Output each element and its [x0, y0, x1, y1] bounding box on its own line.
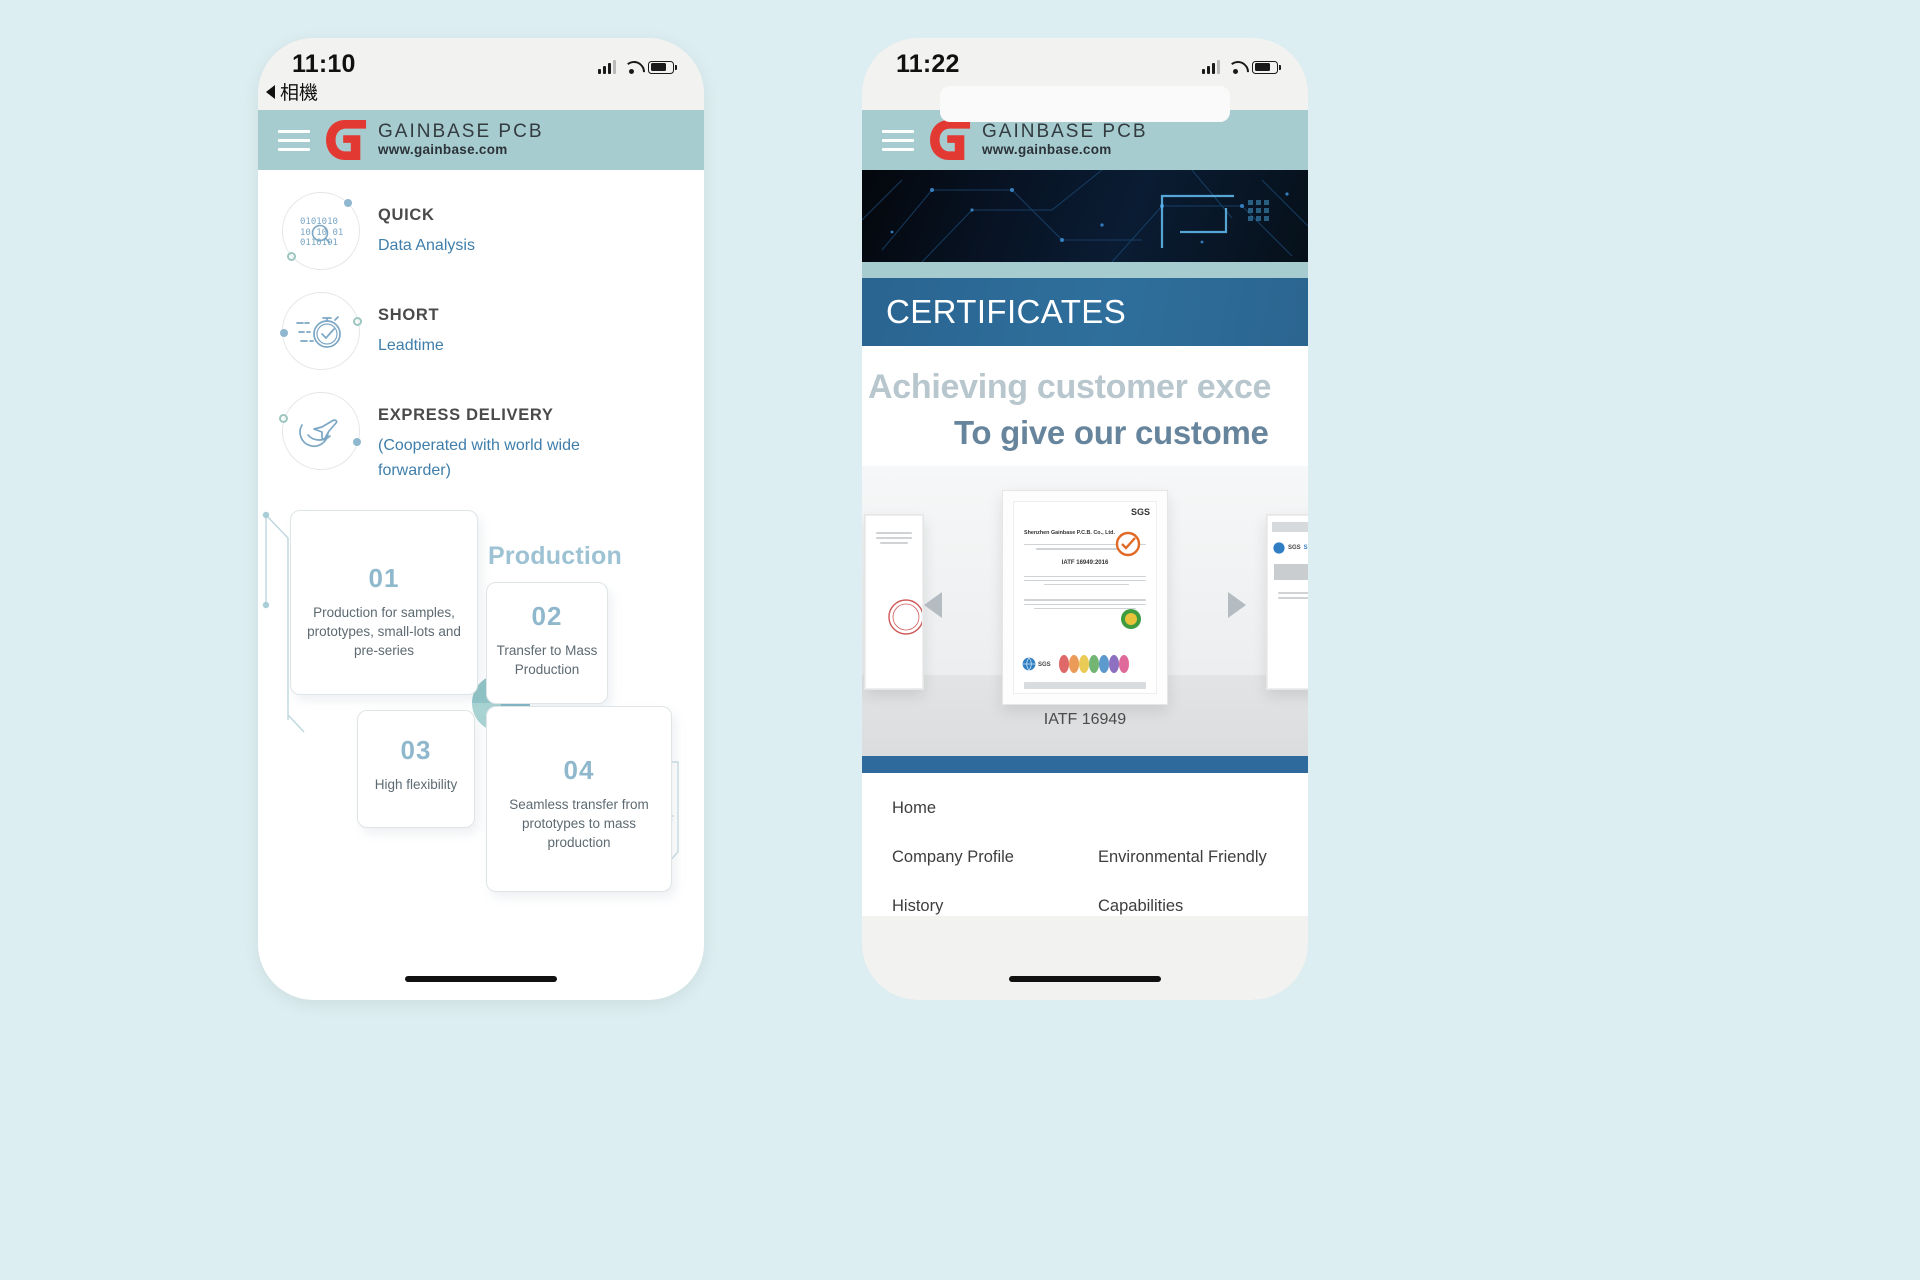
airplane-delivery-icon [279, 392, 361, 470]
back-triangle-icon [266, 84, 275, 99]
arrow-left-icon[interactable] [924, 592, 942, 618]
production-card-02[interactable]: 02 Transfer to Mass Production [486, 581, 608, 704]
gainbase-g-logo-icon [326, 120, 367, 160]
home-indicator[interactable] [405, 976, 557, 982]
production-card-01[interactable]: 01 Production for samples, prototypes, s… [290, 509, 478, 695]
hamburger-menu-icon[interactable] [278, 129, 310, 151]
status-time: 11:10 [292, 50, 356, 78]
feature-title: EXPRESS DELIVERY [378, 406, 554, 424]
brand-name: GAINBASE PCB [378, 121, 544, 143]
wifi-icon [623, 60, 641, 74]
footer-nav-row: History Capabilities [892, 897, 1278, 916]
card-description: Production for samples, prototypes, smal… [307, 604, 461, 658]
left-phone-frame: 11:10 相機 GAINBASE PCB www.gainbase.com 0… [258, 38, 704, 1000]
binary-glyph: 0101010 10 10 01 0110101 [300, 217, 343, 248]
slogan-line-1: Achieving customer exce [868, 368, 1272, 406]
feature-short-leadtime: SHORT Leadtime [258, 292, 704, 370]
card-number: 02 [531, 600, 563, 631]
card-number: 03 [400, 734, 432, 765]
page-title: CERTIFICATES [886, 293, 1127, 330]
signal-bars-icon [598, 60, 616, 74]
hero-circuit-graphic [862, 170, 1308, 262]
production-card-03[interactable]: 03 High flexibility [357, 709, 475, 828]
production-heading: Production [488, 541, 622, 570]
eco-logo-icon [1121, 609, 1141, 629]
feature-title: SHORT [378, 306, 440, 324]
arrow-right-icon[interactable] [1228, 592, 1246, 618]
footer-link-company-profile[interactable]: Company Profile [892, 848, 1098, 867]
hamburger-menu-icon[interactable] [882, 129, 914, 151]
teal-spacer [862, 262, 1308, 278]
browser-url-bar[interactable] [940, 86, 1230, 122]
feature-quick: 0101010 10 10 01 0110101 QUICK Data Anal… [258, 192, 704, 270]
svg-text:10 10 01: 10 10 01 [300, 228, 343, 238]
card-number: 01 [368, 562, 400, 593]
card-description: Seamless transfer from prototypes to mas… [509, 796, 649, 850]
signal-bars-icon [1202, 60, 1220, 74]
brand-name: GAINBASE PCB [982, 121, 1148, 143]
certificate-main[interactable]: SGS Shenzhen Gainbase P.C.B. Co., Ltd. I… [1002, 490, 1168, 705]
footer-nav-row: Home [892, 799, 1278, 818]
feature-subtitle: (Cooperated with world wide forwarder) [378, 437, 580, 479]
right-phone-frame: 11:22 GAINBASE PCB www.gainbase.com CERT… [862, 38, 1308, 1000]
footer-link-capabilities[interactable]: Capabilities [1098, 897, 1183, 916]
left-page-content: 0101010 10 10 01 0110101 QUICK Data Anal… [258, 170, 704, 1000]
slogan-line-2: To give our custome [954, 414, 1269, 451]
gainbase-g-logo-icon [930, 120, 971, 160]
certificate-paper: SGS Shenzhen Gainbase P.C.B. Co., Ltd. I… [1013, 501, 1157, 694]
left-site-header: GAINBASE PCB www.gainbase.com [258, 110, 704, 170]
feature-express-delivery: EXPRESS DELIVERY (Cooperated with world … [258, 392, 704, 484]
status-indicators [1202, 60, 1281, 74]
binary-data-analysis-icon: 0101010 10 10 01 0110101 [282, 192, 360, 270]
battery-icon [1252, 60, 1281, 74]
footer-link-history[interactable]: History [892, 897, 1098, 916]
certificate-paper: SGS S [1267, 515, 1308, 689]
footer-link-environmental-friendly[interactable]: Environmental Friendly [1098, 848, 1267, 867]
certificate-gallery: SGS Shenzhen Gainbase P.C.B. Co., Ltd. I… [862, 466, 1308, 756]
feature-subtitle: Data Analysis [378, 237, 475, 254]
footer-divider-bar [862, 756, 1308, 773]
brand-logo-block[interactable]: GAINBASE PCB www.gainbase.com [326, 120, 544, 160]
globe-icon [1273, 542, 1285, 554]
status-indicators [598, 60, 677, 74]
certificate-thumb-next[interactable]: SGS S [1266, 514, 1308, 690]
card-number: 04 [563, 754, 595, 785]
stopwatch-glyph [296, 316, 341, 348]
footer-link-home[interactable]: Home [892, 799, 1098, 818]
airplane-glyph [299, 419, 338, 448]
certificates-banner: CERTIFICATES [862, 278, 1308, 346]
brand-logo-block[interactable]: GAINBASE PCB www.gainbase.com [930, 120, 1148, 160]
card-description: Transfer to Mass Production [496, 642, 598, 677]
footer-navigation: Home Company Profile Environmental Frien… [862, 773, 1308, 916]
certificate-caption: IATF 16949 [1043, 711, 1127, 728]
status-time: 11:22 [896, 50, 960, 78]
hero-circuit-image [862, 170, 1308, 262]
battery-icon [648, 60, 677, 74]
certificate-thumb-prev[interactable] [864, 514, 924, 690]
production-card-04[interactable]: 04 Seamless transfer from prototypes to … [486, 705, 672, 892]
certificate-company: Shenzhen Gainbase P.C.B. Co., Ltd. [1024, 530, 1115, 536]
left-status-bar: 11:10 相機 [258, 38, 704, 110]
sgs-logo-text: SGS [1130, 507, 1150, 517]
red-seal-icon [888, 599, 922, 635]
home-indicator[interactable] [1009, 976, 1161, 982]
feature-subtitle: Leadtime [378, 337, 444, 354]
right-status-bar: 11:22 [862, 38, 1308, 122]
feature-title: QUICK [378, 206, 435, 224]
sgs-seal-icon [1115, 531, 1141, 557]
wifi-icon [1227, 60, 1245, 74]
svg-text:0110101: 0110101 [300, 238, 338, 248]
brand-url: www.gainbase.com [378, 141, 508, 157]
back-app-label: 相機 [280, 83, 319, 104]
production-section: Production 01 Production for samples, pr… [258, 509, 704, 930]
footer-nav-row: Company Profile Environmental Friendly [892, 848, 1278, 867]
brand-url: www.gainbase.com [982, 141, 1112, 157]
slogan-area: Achieving customer exce To give our cust… [862, 346, 1308, 466]
card-description: High flexibility [374, 776, 458, 792]
certificate-paper [865, 515, 923, 689]
color-ribbon-graphic [1059, 655, 1129, 673]
stopwatch-icon [280, 292, 362, 370]
status-back-to-app[interactable]: 相機 [266, 78, 318, 105]
